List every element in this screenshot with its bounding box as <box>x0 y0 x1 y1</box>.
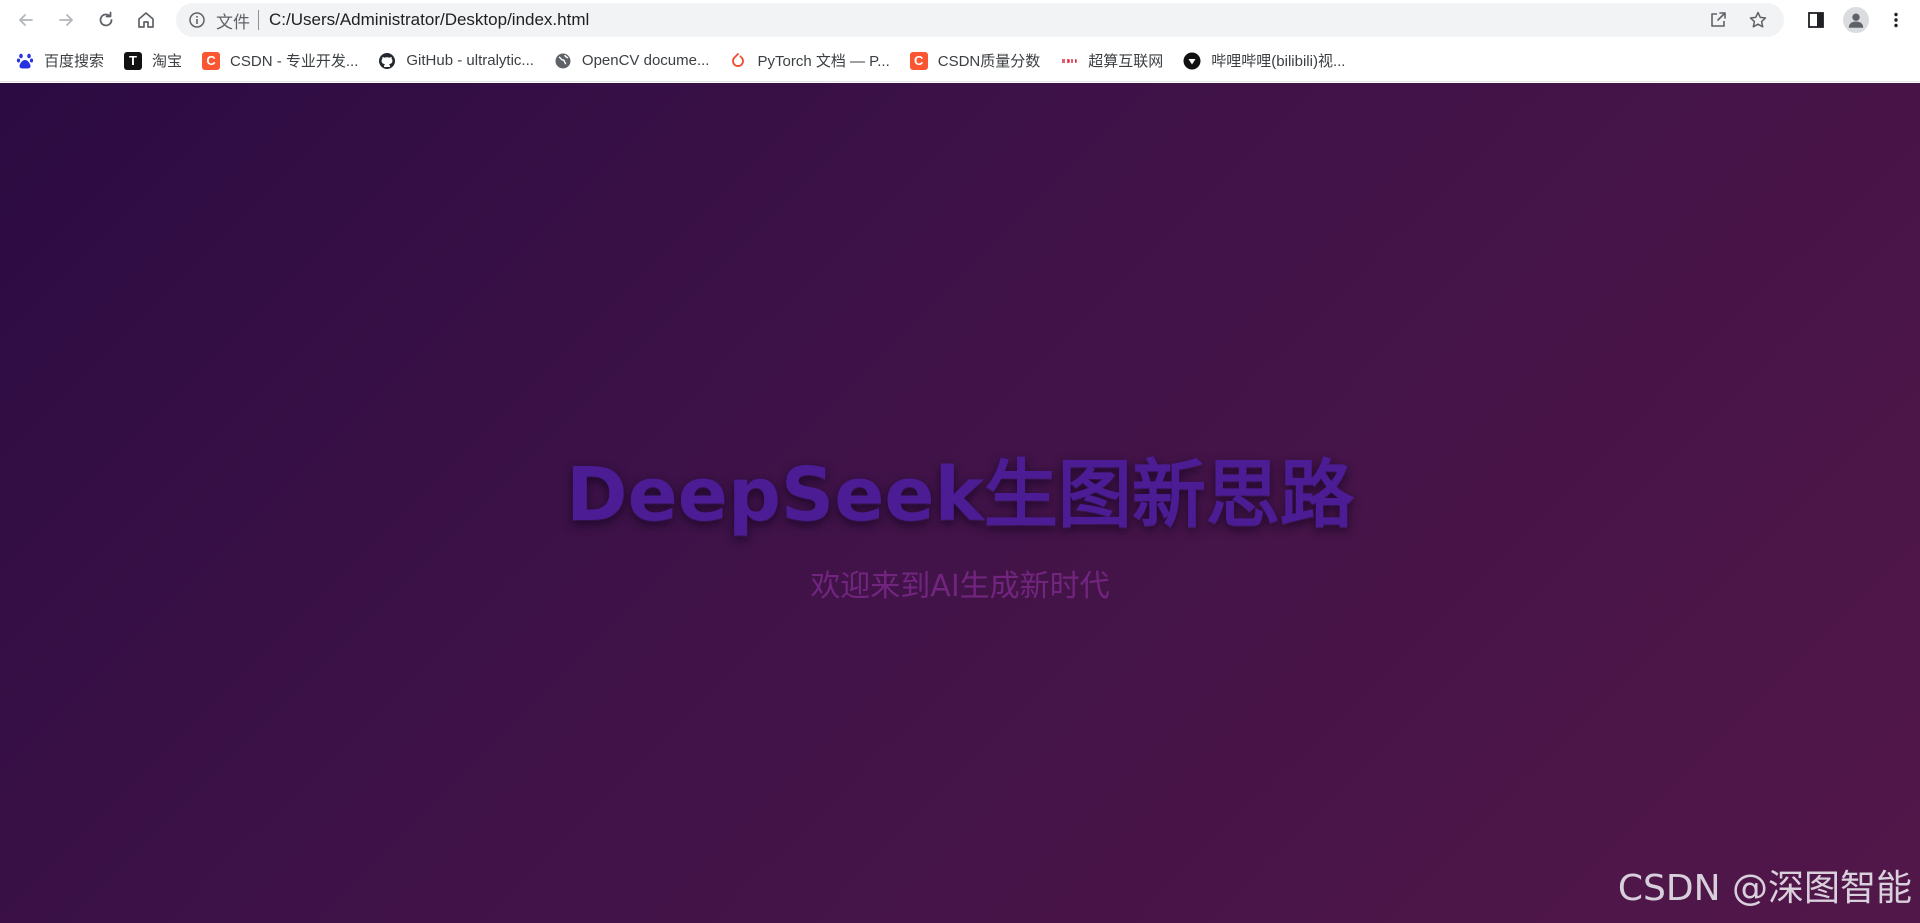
page-viewport: DeepSeek生图新思路 欢迎来到AI生成新时代 CSDN @深图智能 <box>0 83 1920 923</box>
info-icon[interactable] <box>188 11 206 29</box>
file-chip-label: 文件 <box>216 12 250 33</box>
reload-icon <box>99 11 113 27</box>
bookmark-pytorch[interactable]: PyTorch 文档 — P... <box>729 46 890 76</box>
bookmark-scnet[interactable]: 超算互联网 <box>1060 46 1163 76</box>
person-icon <box>1848 13 1864 28</box>
bookmark-taobao[interactable]: T 淘宝 <box>124 46 182 76</box>
bookmark-github[interactable]: GitHub - ultralytic... <box>378 46 534 76</box>
bookmark-opencv[interactable]: OpenCV docume... <box>554 46 710 76</box>
bookmark-label: CSDN质量分数 <box>937 53 1041 70</box>
bookmark-csdn[interactable]: C CSDN - 专业开发... <box>202 46 358 76</box>
bookmark-csdn-score[interactable]: C CSDN质量分数 <box>909 46 1041 76</box>
back-button[interactable] <box>6 0 46 40</box>
kebab-menu-icon <box>1894 12 1898 28</box>
browser-toolbar: 文件 C:/Users/Administrator/Desktop/index.… <box>0 0 1920 40</box>
bookmark-bilibili[interactable]: 哔哩哔哩(bilibili)视... <box>1183 46 1345 76</box>
csdn-icon: C <box>909 51 928 70</box>
bookmark-label: CSDN - 专业开发... <box>230 53 359 70</box>
bookmark-label: 超算互联网 <box>1088 53 1164 70</box>
reload-button[interactable] <box>86 0 126 40</box>
address-bar[interactable]: 文件 C:/Users/Administrator/Desktop/index.… <box>176 3 1784 37</box>
bookmark-label: 淘宝 <box>152 53 183 70</box>
github-icon <box>378 52 396 70</box>
bookmark-label: OpenCV docume... <box>581 52 710 69</box>
arrow-left-icon <box>19 14 33 26</box>
share-icon <box>1711 12 1726 27</box>
avatar <box>1843 7 1869 33</box>
profile-button[interactable] <box>1836 0 1876 40</box>
menu-button[interactable] <box>1876 0 1916 40</box>
omnibox-actions <box>1698 3 1778 37</box>
watermark: CSDN @深图智能 <box>1617 868 1912 909</box>
bookmark-label: GitHub - ultralytic... <box>406 52 534 69</box>
bookmarks-bar: 百度搜索 T 淘宝 C CSDN - 专业开发... GitHub - ultr… <box>0 40 1920 82</box>
bookmark-label: 哔哩哔哩(bilibili)视... <box>1211 53 1346 70</box>
chip-divider <box>258 10 259 30</box>
bookmark-star-button[interactable] <box>1738 3 1778 37</box>
url-text[interactable]: C:/Users/Administrator/Desktop/index.htm… <box>269 10 589 30</box>
toolbar-right <box>1796 0 1920 40</box>
baidu-paw-icon <box>16 52 34 70</box>
home-icon <box>138 12 154 28</box>
csdn-icon: C <box>202 51 221 70</box>
share-button[interactable] <box>1698 3 1738 37</box>
side-panel-icon <box>1808 12 1824 28</box>
bookmark-baidu[interactable]: 百度搜索 <box>16 46 104 76</box>
bookmark-label: 百度搜索 <box>44 53 105 70</box>
star-icon <box>1749 11 1767 28</box>
scnet-icon <box>1060 52 1078 70</box>
forward-button[interactable] <box>46 0 86 40</box>
globe-icon <box>554 52 572 70</box>
home-button[interactable] <box>126 0 166 40</box>
hero-subtitle: 欢迎来到AI生成新时代 <box>810 569 1110 604</box>
bilibili-icon <box>1183 52 1201 70</box>
arrow-right-icon <box>59 14 73 26</box>
bookmark-label: PyTorch 文档 — P... <box>757 53 890 70</box>
taobao-icon: T <box>124 51 143 70</box>
side-panel-button[interactable] <box>1796 0 1836 40</box>
pytorch-icon <box>729 52 747 70</box>
hero-title: DeepSeek生图新思路 <box>566 452 1354 538</box>
